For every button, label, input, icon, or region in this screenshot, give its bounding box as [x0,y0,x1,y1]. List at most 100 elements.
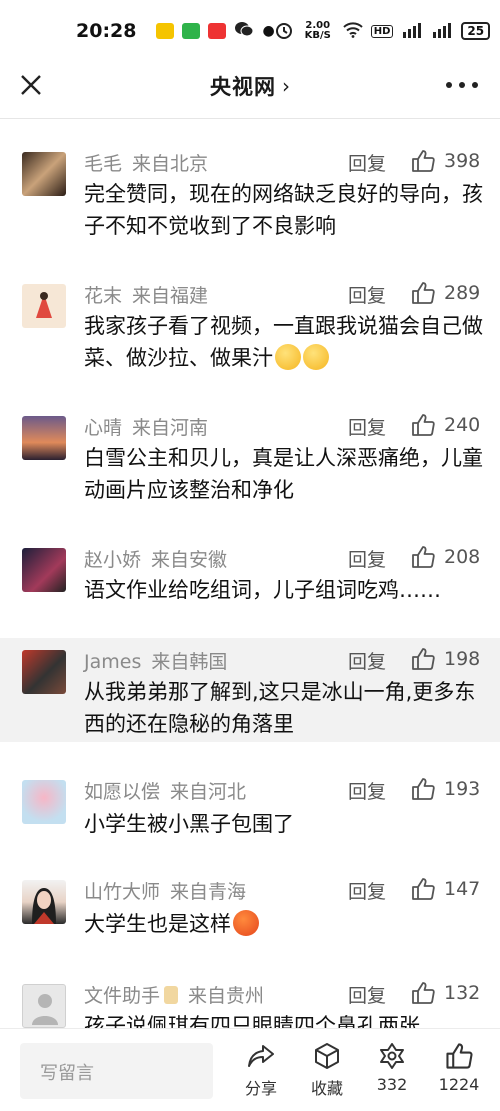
like-count: 193 [444,778,481,800]
comment-item: 花末 来自福建 回复 289 我家孩子看了视频，一直跟我说猫会自己做菜、做沙拉、做… [0,252,500,384]
smile-emoji-icon [303,344,329,370]
thumbs-up-icon [412,982,435,1004]
like-button[interactable]: 398 [410,148,480,174]
angry-emoji-icon [233,910,259,936]
like-count: 147 [444,878,481,900]
reply-button[interactable]: 回复 [348,545,386,572]
like-button[interactable]: 132 [410,980,480,1006]
comment-username[interactable]: 心晴 [84,417,122,439]
like-button[interactable]: 240 [410,412,480,438]
like-count: 198 [444,648,481,670]
comment-location: 来自河北 [170,781,247,803]
badge-icon [164,986,179,1004]
like-count: 208 [444,546,481,568]
reply-button[interactable]: 回复 [348,647,386,674]
close-icon [21,75,41,95]
comment-username[interactable]: 花末 [84,285,122,307]
comment-username[interactable]: James [84,651,141,673]
avatar[interactable] [22,984,66,1028]
like-button[interactable]: 289 [410,280,480,306]
comment-text: 从我弟弟那了解到,这只是冰山一角,更多东西的还在隐秘的角落里 [84,680,476,736]
comment-location: 来自韩国 [151,651,228,673]
share-icon [248,1045,274,1067]
avatar[interactable] [22,152,66,196]
comment-item: 赵小娇 来自安徽 回复 208 语文作业给吃组词，儿子组词吃鸡…… [0,516,500,618]
comment-item: 毛毛 来自北京 回复 398 完全赞同，现在的网络缺乏良好的导向，孩子不知不觉收到… [0,120,500,252]
thumbs-up-icon [412,414,435,436]
comment-location: 来自安徽 [151,549,228,571]
thumbs-up-icon [412,546,435,568]
like-count: 240 [444,414,481,436]
avatar[interactable] [22,416,66,460]
thumbs-up-icon [412,648,435,670]
status-bar: 20:28 ● 2.00 KB/S HD 25 [0,0,500,62]
close-button[interactable] [16,70,46,100]
comments-button[interactable]: 332 [362,1041,422,1094]
like-button[interactable]: 198 [410,646,480,672]
comment-location: 来自青海 [170,881,247,903]
more-dot-icon [446,82,452,88]
comment-username[interactable]: 毛毛 [84,153,122,175]
collect-button[interactable]: 收藏 [297,1041,357,1099]
status-time: 20:28 [76,20,137,42]
comment-text: 孩子说佩琪有四只眼睛四个鼻孔两张 [84,1014,420,1028]
wechat-icon [234,21,254,42]
collect-label: 收藏 [310,1079,343,1098]
wifi-icon [343,21,363,41]
comment-text-wrap: 我家孩子看了视频，一直跟我说猫会自己做菜、做沙拉、做果汁 [84,310,484,374]
comment-username[interactable]: 山竹大师 [84,881,160,903]
like-button[interactable]: 147 [410,876,480,902]
comment-item: 文件助手 来自贵州 回复 132 孩子说佩琪有四只眼睛四个鼻孔两张 [0,952,500,1028]
like-total: 1224 [438,1075,480,1094]
like-button[interactable]: 208 [410,544,480,570]
avatar[interactable] [22,880,66,924]
avatar[interactable] [22,650,66,694]
reply-button[interactable]: 回复 [348,877,386,904]
comment-input[interactable]: 写留言 [20,1043,213,1099]
avatar[interactable] [22,548,66,592]
reply-button[interactable]: 回复 [348,413,386,440]
like-count: 289 [444,282,481,304]
more-options-button[interactable] [446,70,478,100]
comment-username[interactable]: 如愿以偿 [84,781,160,803]
smile-emoji-icon [275,344,301,370]
comment-text: 白雪公主和贝儿，真是让人深恶痛绝，儿童动画片应该整治和净化 [84,446,483,502]
comment-location: 来自北京 [132,153,209,175]
thumbs-up-icon [412,282,435,304]
page-title: 央视网 [210,75,276,99]
chevron-right-icon: › [282,74,290,98]
account-title-link[interactable]: 央视网 › [210,71,290,101]
bottom-action-bar: 写留言 分享 收藏 332 1224 [0,1028,500,1111]
battery-indicator: 25 [461,22,491,40]
comment-username[interactable]: 赵小娇 [84,549,141,571]
thumbs-up-icon [412,878,435,900]
comment-location: 来自河南 [132,417,209,439]
comment-item: 如愿以偿 来自河北 回复 193 小学生被小黑子包围了 [0,742,500,852]
reply-button[interactable]: 回复 [348,777,386,804]
reply-button[interactable]: 回复 [348,281,386,308]
comment-location: 来自福建 [132,285,209,307]
comment-text: 大学生也是这样 [84,912,231,936]
comment-location: 来自贵州 [188,985,265,1007]
reply-button[interactable]: 回复 [348,981,386,1008]
share-button[interactable]: 分享 [231,1041,291,1099]
like-count: 132 [444,982,481,1004]
cube-icon [315,1043,339,1069]
comment-item: 心晴 来自河南 回复 240 白雪公主和贝儿，真是让人深恶痛绝，儿童动画片应该整治… [0,384,500,516]
net-speed: 2.00 KB/S [304,20,331,41]
more-dot-icon [472,82,478,88]
thumbs-up-icon [446,1043,473,1069]
reply-button[interactable]: 回复 [348,149,386,176]
like-article-button[interactable]: 1224 [429,1041,489,1094]
app-notification-icon [182,23,201,39]
like-count: 398 [444,150,481,172]
avatar[interactable] [22,284,66,328]
thumbs-up-icon [412,150,435,172]
comment-text: 小学生被小黑子包围了 [84,812,294,836]
comment-star-icon [380,1043,404,1069]
like-button[interactable]: 193 [410,776,480,802]
comment-list[interactable]: 毛毛 来自北京 回复 398 完全赞同，现在的网络缺乏良好的导向，孩子不知不觉收到… [0,120,500,1028]
dot-icon: ● [262,23,275,39]
avatar[interactable] [22,780,66,824]
comment-username[interactable]: 文件助手 [84,985,160,1007]
